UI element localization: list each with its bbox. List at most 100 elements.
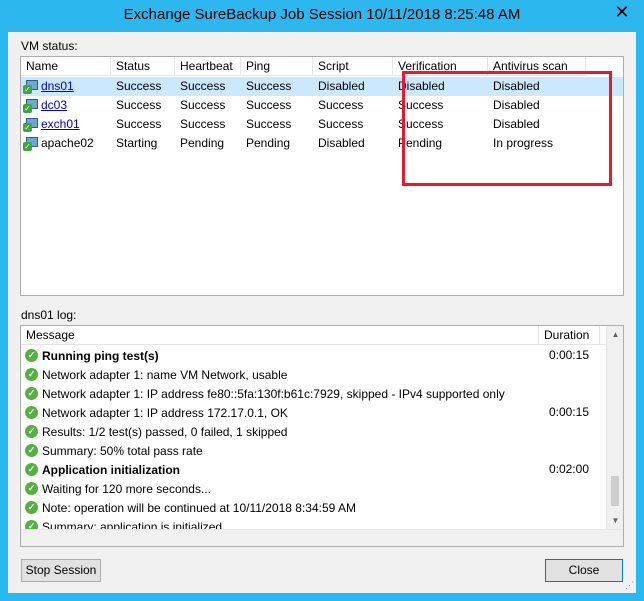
check-circle-icon: ✓: [25, 349, 38, 362]
scroll-thumb[interactable]: [611, 476, 619, 506]
dialog-body: VM status: Name Status Heartbeat Ping Script…: [8, 32, 636, 593]
log-message-cell: ✓ Results: 1/2 test(s) passed, 0 failed, …: [21, 422, 539, 441]
log-column-message[interactable]: Message: [21, 326, 539, 345]
log-column-duration[interactable]: Duration: [539, 326, 600, 345]
log-duration-cell: [539, 498, 600, 517]
vm-status-grid[interactable]: Name Status Heartbeat Ping Script Verificatio…: [20, 56, 624, 296]
scroll-up-icon[interactable]: ▲: [607, 326, 624, 343]
log-message-text: Network adapter 1: IP address 172.17.0.1…: [42, 405, 288, 420]
log-row[interactable]: ✓ Network adapter 1: name VM Network, usa…: [21, 365, 600, 384]
vm-name-cell[interactable]: ✓ dc03: [21, 96, 111, 115]
log-message-text: Application initialization: [42, 462, 180, 477]
window-title: Exchange SureBackup Job Session 10/11/20…: [123, 6, 521, 23]
vm-status-cell: Starting: [116, 136, 158, 150]
log-message-text: Network adapter 1: name VM Network, usab…: [42, 367, 288, 382]
vm-icon: ✓: [23, 79, 38, 94]
log-message-cell: ✓ Network adapter 1: IP address fe80::5fa…: [21, 384, 539, 403]
log-duration-cell: [539, 365, 600, 384]
log-duration-cell: [539, 384, 600, 403]
vm-heartbeat-cell: Success: [180, 117, 226, 131]
log-row[interactable]: ✓ Waiting for 120 more seconds...: [21, 479, 600, 498]
log-horizontal-scrollbar[interactable]: [21, 529, 623, 546]
vm-status-cell: Success: [116, 79, 162, 93]
vm-row[interactable]: ✓ dc03 Success Success Success Success Success…: [21, 96, 623, 115]
log-duration-cell: [539, 479, 600, 498]
vm-column-ping[interactable]: Ping: [241, 57, 313, 76]
check-circle-icon: ✓: [25, 406, 38, 419]
log-row[interactable]: ✓ Results: 1/2 test(s) passed, 0 failed, …: [21, 422, 600, 441]
vm-name-cell[interactable]: ✓ exch01: [21, 115, 111, 134]
vm-antivirus-cell: Disabled: [493, 117, 540, 131]
log-message-text: Running ping test(s): [42, 348, 159, 363]
dialog-window: Exchange SureBackup Job Session 10/11/20…: [0, 0, 644, 601]
vm-script-cell: Disabled: [318, 79, 365, 93]
log-header: Message Duration: [21, 326, 623, 345]
vm-heartbeat-cell: Success: [180, 79, 226, 93]
vm-column-antivirus-scan[interactable]: Antivirus scan: [488, 57, 586, 76]
vm-status-cell: Success: [116, 98, 162, 112]
vm-verification-cell: Success: [398, 98, 444, 112]
log-vertical-scrollbar[interactable]: ▲ ▼: [606, 326, 623, 529]
vm-status-header: Name Status Heartbeat Ping Script Verificatio…: [21, 57, 586, 76]
resize-grip-icon[interactable]: ⋰: [625, 580, 634, 591]
vm-row[interactable]: ✓ apache02 Starting Pending Pending Disabled P…: [21, 134, 623, 153]
log-message-text: Waiting for 120 more seconds...: [42, 481, 211, 496]
log-grid[interactable]: Message Duration ✓ Running ping test(s) 0:…: [20, 325, 624, 547]
vm-icon: ✓: [23, 136, 38, 151]
log-message-text: Summary: 50% total pass rate: [42, 443, 203, 458]
vm-icon: ✓: [23, 98, 38, 113]
log-row[interactable]: ✓ Note: operation will be continued at 10…: [21, 498, 600, 517]
log-message-cell: ✓ Waiting for 120 more seconds...: [21, 479, 539, 498]
log-row[interactable]: ✓ Application initialization 0:02:00: [21, 460, 600, 479]
log-message-cell: ✓ Application initialization: [21, 460, 539, 479]
vm-ping-cell: Success: [246, 79, 292, 93]
vm-name-cell[interactable]: ✓ dns01: [21, 77, 111, 96]
vm-name-cell: ✓ apache02: [21, 134, 111, 153]
vm-column-heartbeat[interactable]: Heartbeat: [175, 57, 241, 76]
vm-antivirus-cell: Disabled: [493, 98, 540, 112]
stop-session-button[interactable]: Stop Session: [21, 559, 101, 582]
vm-name-text: apache02: [41, 136, 94, 150]
vm-column-script[interactable]: Script: [313, 57, 393, 76]
close-button[interactable]: Close: [545, 559, 623, 582]
log-message-cell: ✓ Note: operation will be continued at 10…: [21, 498, 539, 517]
log-duration-cell: 0:00:15: [548, 405, 589, 419]
vm-row[interactable]: ✓ exch01 Success Success Success Success Succe…: [21, 115, 623, 134]
check-circle-icon: ✓: [25, 444, 38, 457]
title-bar[interactable]: Exchange SureBackup Job Session 10/11/20…: [0, 0, 644, 32]
vm-status-cell: Success: [116, 117, 162, 131]
log-label: dns01 log:: [21, 308, 77, 322]
vm-script-cell: Success: [318, 98, 364, 112]
vm-name-link[interactable]: dc03: [41, 96, 67, 115]
log-message-cell: ✓ Summary: 50% total pass rate: [21, 441, 539, 460]
log-message-text: Results: 1/2 test(s) passed, 0 failed, 1…: [42, 424, 288, 439]
log-row[interactable]: ✓ Running ping test(s) 0:00:15: [21, 346, 600, 365]
vm-row[interactable]: ✓ dns01 Success Success Success Disabled Disab…: [21, 77, 623, 96]
vm-column-verification[interactable]: Verification: [393, 57, 488, 76]
vm-ping-cell: Success: [246, 117, 292, 131]
vm-ping-cell: Success: [246, 98, 292, 112]
log-row[interactable]: ✓ Summary: 50% total pass rate: [21, 441, 600, 460]
vm-name-link[interactable]: exch01: [41, 115, 80, 134]
vm-script-cell: Disabled: [318, 136, 365, 150]
check-circle-icon: ✓: [25, 368, 38, 381]
log-row[interactable]: ✓ Network adapter 1: IP address fe80::5fa…: [21, 384, 600, 403]
vm-verification-cell: Success: [398, 117, 444, 131]
log-message-cell: ✓ Running ping test(s): [21, 346, 539, 365]
vm-name-link[interactable]: dns01: [41, 77, 74, 96]
vm-column-status[interactable]: Status: [111, 57, 175, 76]
log-duration-cell: [539, 441, 600, 460]
vm-antivirus-cell: Disabled: [493, 79, 540, 93]
check-circle-icon: ✓: [25, 425, 38, 438]
vm-ping-cell: Pending: [246, 136, 291, 150]
log-message-cell: ✓ Network adapter 1: name VM Network, usa…: [21, 365, 539, 384]
window-close-icon[interactable]: ✕: [607, 1, 637, 23]
log-duration-cell: 0:02:00: [548, 462, 589, 476]
log-message-text: Note: operation will be continued at 10/…: [42, 500, 356, 515]
check-circle-icon: ✓: [25, 463, 38, 476]
log-row[interactable]: ✓ Network adapter 1: IP address 172.17.0.…: [21, 403, 600, 422]
vm-verification-cell: Pending: [398, 136, 443, 150]
scroll-down-icon[interactable]: ▼: [607, 512, 624, 529]
vm-column-name[interactable]: Name: [21, 57, 111, 76]
vm-heartbeat-cell: Success: [180, 98, 226, 112]
